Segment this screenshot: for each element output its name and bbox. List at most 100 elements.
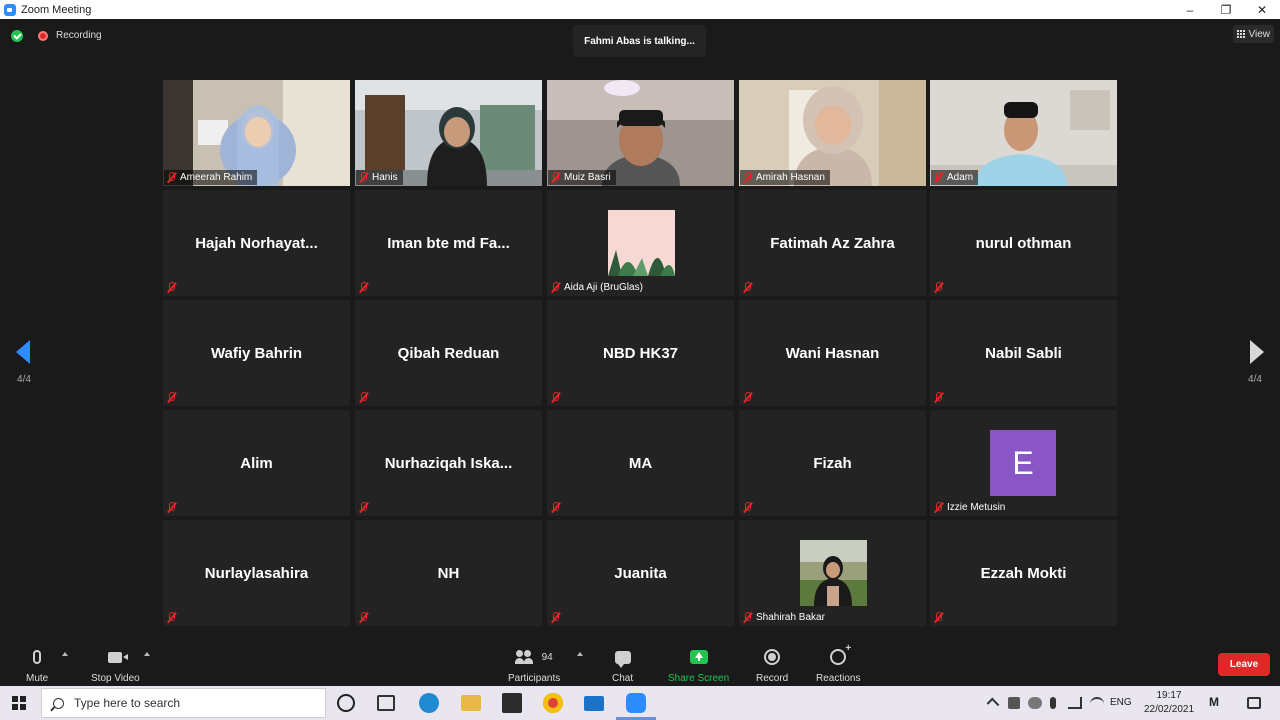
participant-tile[interactable]: Fizah — [739, 410, 926, 516]
participant-tile[interactable]: Ezzah Mokti — [930, 520, 1117, 626]
participant-display-name: Juanita — [614, 564, 667, 582]
record-label: Record — [756, 673, 789, 684]
profile-picture — [608, 210, 675, 276]
participant-tile[interactable]: Adam — [930, 80, 1117, 186]
encryption-shield-icon[interactable] — [11, 30, 23, 42]
participant-display-name: Iman bte md Fa... — [387, 234, 510, 252]
audio-options-caret-icon[interactable] — [62, 652, 68, 656]
video-options-caret-icon[interactable] — [144, 652, 150, 656]
mic-muted-icon — [166, 502, 177, 513]
participant-tile[interactable]: NH — [355, 520, 542, 626]
close-button[interactable]: ✕ — [1244, 0, 1280, 19]
arrow-left-icon — [16, 340, 30, 364]
participant-tile[interactable]: Qibah Reduan — [355, 300, 542, 406]
participant-name-tag: Muiz Basri — [548, 170, 616, 185]
participant-tile[interactable]: Fatimah Az Zahra — [739, 190, 926, 296]
participant-name-tag — [931, 610, 949, 625]
mic-muted-icon — [742, 502, 753, 513]
participant-name-tag — [931, 390, 949, 405]
participant-name: Amirah Hasnan — [756, 172, 825, 183]
microsoft-store-icon[interactable] — [502, 693, 522, 713]
input-language[interactable]: ENG — [1110, 697, 1132, 708]
participant-tile[interactable]: Muiz Basri — [547, 80, 734, 186]
view-button[interactable]: View — [1232, 25, 1274, 43]
taskbar-search-box[interactable]: Type here to search — [41, 688, 326, 718]
participants-button[interactable]: 94 Participants — [508, 646, 560, 684]
mic-muted-icon — [550, 502, 561, 513]
participant-tile[interactable]: Shahirah Bakar — [739, 520, 926, 626]
participant-tile[interactable]: Wafiy Bahrin — [163, 300, 350, 406]
gallery-grid: Ameerah Rahim Hanis Muiz Basri Amirah Ha… — [163, 80, 1117, 626]
participant-tile[interactable]: Hajah Norhayat... — [163, 190, 350, 296]
participant-display-name: Fatimah Az Zahra — [770, 234, 895, 252]
battery-icon[interactable] — [1068, 697, 1082, 709]
smiley-icon — [830, 643, 851, 665]
participant-name-tag — [164, 610, 182, 625]
mic-muted-icon — [550, 172, 561, 183]
maximize-button[interactable]: ❐ — [1208, 0, 1244, 19]
chrome-browser-icon[interactable] — [543, 693, 563, 713]
recording-label[interactable]: Recording — [56, 30, 102, 41]
participant-tile[interactable]: Aida Aji (BruGlas) — [547, 190, 734, 296]
participant-tile[interactable]: Amirah Hasnan — [739, 80, 926, 186]
device-icon[interactable] — [1008, 697, 1020, 709]
video-camera-icon — [108, 651, 129, 663]
record-button[interactable]: Record — [756, 646, 788, 684]
mic-muted-icon — [358, 392, 369, 403]
cortana-icon[interactable] — [337, 694, 355, 712]
edge-browser-icon[interactable] — [419, 693, 439, 713]
participant-tile[interactable]: nurul othman — [930, 190, 1117, 296]
stop-video-button[interactable]: Stop Video — [91, 646, 140, 684]
mic-muted-icon — [358, 612, 369, 623]
mute-button[interactable]: Mute — [26, 646, 48, 684]
leave-button[interactable]: Leave — [1218, 653, 1270, 676]
mic-muted-icon — [166, 282, 177, 293]
chat-button[interactable]: Chat — [612, 646, 633, 684]
task-view-icon[interactable] — [377, 695, 395, 711]
participant-tile[interactable]: Nabil Sabli — [930, 300, 1117, 406]
arrow-right-icon — [1250, 340, 1264, 364]
notifications-icon[interactable] — [1247, 697, 1261, 709]
profile-picture — [800, 540, 867, 606]
participant-name-tag — [164, 280, 182, 295]
taskbar-clock[interactable]: 19:17 22/02/2021 — [1142, 689, 1196, 717]
recording-dot-icon — [38, 31, 48, 41]
mic-muted-icon — [358, 172, 369, 183]
mic-muted-icon — [550, 612, 561, 623]
participant-name-tag — [164, 390, 182, 405]
previous-page-button[interactable] — [12, 340, 36, 366]
profile-avatar-letter: E — [990, 430, 1056, 496]
participant-tile[interactable]: Nurlaylasahira — [163, 520, 350, 626]
mail-icon[interactable] — [584, 696, 604, 711]
windows-start-icon[interactable] — [12, 696, 26, 710]
mic-muted-icon — [358, 502, 369, 513]
participant-tile[interactable]: Nurhaziqah Iska... — [355, 410, 542, 516]
participants-options-caret-icon[interactable] — [577, 652, 583, 656]
participant-tile[interactable]: NBD HK37 — [547, 300, 734, 406]
participant-tile[interactable]: Wani Hasnan — [739, 300, 926, 406]
next-page-button[interactable] — [1246, 340, 1270, 366]
wifi-icon[interactable] — [1090, 697, 1104, 709]
participant-tile[interactable]: Hanis — [355, 80, 542, 186]
reactions-button[interactable]: Reactions — [816, 643, 860, 684]
participant-tile[interactable]: Juanita — [547, 520, 734, 626]
participants-label: Participants — [508, 673, 561, 684]
onedrive-cloud-icon[interactable] — [1028, 697, 1042, 709]
participant-tile[interactable]: Iman bte md Fa... — [355, 190, 542, 296]
minimize-button[interactable]: – — [1172, 0, 1208, 19]
microphone-tray-icon[interactable] — [1050, 697, 1056, 709]
file-explorer-icon[interactable] — [461, 695, 481, 711]
participant-tile[interactable]: Ameerah Rahim — [163, 80, 350, 186]
stop-video-label: Stop Video — [91, 673, 140, 684]
mcafee-icon[interactable]: M — [1209, 696, 1223, 708]
mic-muted-icon — [933, 172, 944, 183]
participant-tile[interactable]: Alim — [163, 410, 350, 516]
zoom-taskbar-icon[interactable] — [626, 693, 646, 713]
window-titlebar: Zoom Meeting – ❐ ✕ — [0, 0, 1280, 19]
participants-icon — [514, 650, 534, 664]
participant-name: Ameerah Rahim — [180, 172, 253, 183]
show-hidden-icons-icon[interactable] — [986, 697, 1000, 711]
participant-tile[interactable]: E Izzie Metusin — [930, 410, 1117, 516]
share-screen-button[interactable]: Share Screen — [668, 646, 729, 684]
participant-tile[interactable]: MA — [547, 410, 734, 516]
